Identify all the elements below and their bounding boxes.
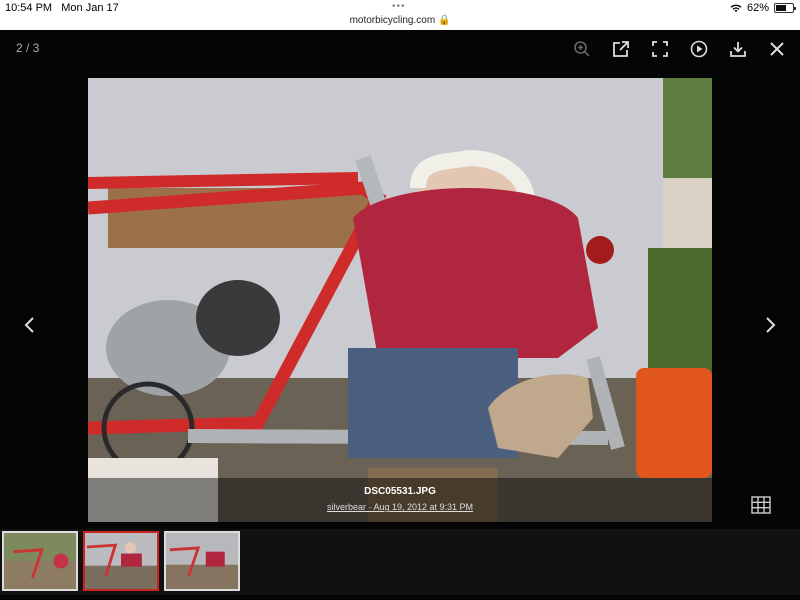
photo-caption: DSC05531.JPG silverbear · Aug 19, 2012 a… <box>88 478 712 522</box>
status-bar: 10:54 PM Mon Jan 17 ••• motorbicycling.c… <box>0 0 800 30</box>
wifi-icon <box>730 4 742 12</box>
previous-photo-icon[interactable] <box>20 315 40 335</box>
thumbnail-strip <box>0 529 800 595</box>
share-icon <box>613 41 629 57</box>
thumbnail-2[interactable] <box>83 531 159 591</box>
address-bar[interactable]: motorbicycling.com 🔒 <box>0 15 800 26</box>
thumbnail-image <box>85 533 157 589</box>
zoom-in-button[interactable] <box>569 38 595 60</box>
share-button[interactable] <box>608 38 634 60</box>
thumbnail-1[interactable] <box>2 531 78 591</box>
battery-percent: 62% <box>746 2 769 14</box>
grid-view-icon[interactable] <box>750 495 772 515</box>
close-button[interactable] <box>764 38 790 60</box>
close-icon <box>770 42 784 56</box>
thumbnail-image <box>166 533 238 589</box>
viewer-toolbar <box>569 38 790 60</box>
thumbnail-3[interactable] <box>164 531 240 591</box>
download-button[interactable] <box>725 38 751 60</box>
main-photo[interactable] <box>88 78 712 522</box>
photo-counter: 2 / 3 <box>16 41 40 55</box>
status-time: 10:54 PM Mon Jan 17 <box>5 2 119 14</box>
status-right: 62% <box>730 2 796 14</box>
battery-icon <box>774 3 796 13</box>
photo-filename: DSC05531.JPG <box>364 486 436 497</box>
photo-image <box>88 78 712 522</box>
next-photo-icon[interactable] <box>760 315 780 335</box>
download-icon <box>730 42 746 57</box>
battery-fill <box>776 5 786 11</box>
photo-viewer: 2 / 3 DSC05531.JPG silverbear · Aug 19, … <box>0 30 800 600</box>
zoom-in-icon <box>574 41 590 57</box>
play-icon <box>690 40 708 58</box>
fullscreen-button[interactable] <box>647 38 673 60</box>
fullscreen-icon <box>652 41 668 57</box>
multitask-dots-icon[interactable]: ••• <box>392 1 406 12</box>
photo-author-date[interactable]: silverbear · Aug 19, 2012 at 9:31 PM <box>88 502 712 512</box>
slideshow-button[interactable] <box>686 38 712 60</box>
thumbnail-image <box>4 533 76 589</box>
